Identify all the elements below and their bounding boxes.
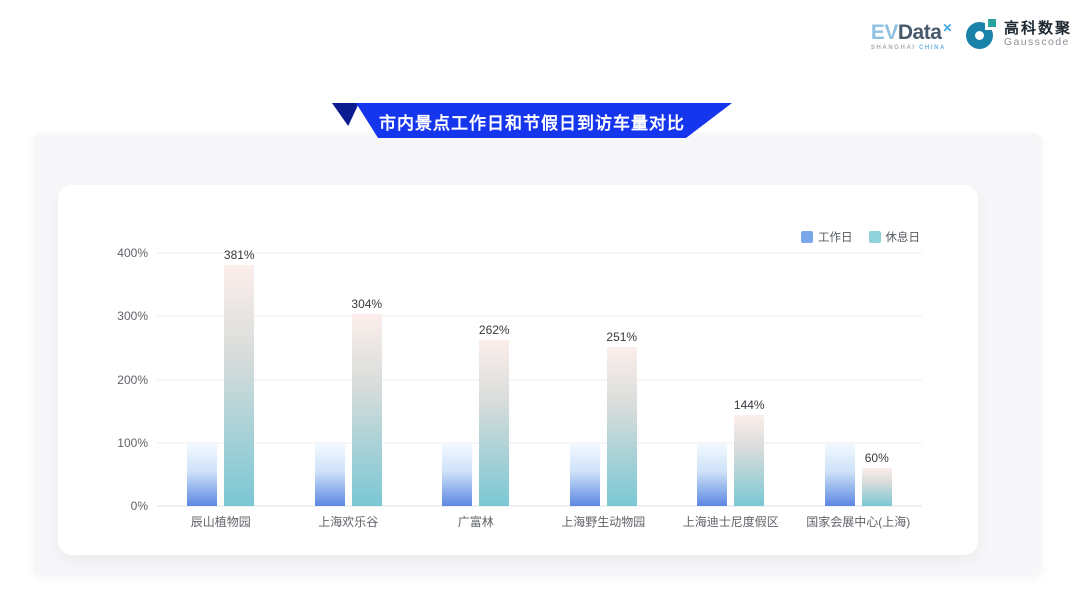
value-label: 381%: [224, 248, 255, 262]
category-label: 上海欢乐谷: [318, 513, 378, 530]
bar-wrap: [825, 253, 855, 506]
bar-workday: [570, 443, 600, 506]
legend-swatch-workday: [801, 231, 813, 243]
y-tick-label: 400%: [117, 246, 148, 260]
bar-restday: [607, 347, 637, 506]
gausscode-text: 高科数聚 Gausscode: [1004, 20, 1072, 49]
bar-wrap: [697, 253, 727, 506]
bar-workday: [187, 443, 217, 506]
evdata-subtitle: SHANGHAI CHINA: [871, 45, 952, 51]
value-label: 60%: [865, 451, 889, 465]
category-group: 262%广富林: [412, 253, 540, 506]
bar-workday: [315, 443, 345, 506]
y-tick-label: 300%: [117, 309, 148, 323]
category-group: 60%国家会展中心(上海): [795, 253, 923, 506]
category-label: 辰山植物园: [191, 513, 251, 530]
bar-wrap: 251%: [607, 253, 637, 506]
bar-wrap: [570, 253, 600, 506]
legend-label-restday: 休息日: [886, 229, 921, 245]
bar-wrap: 60%: [862, 253, 892, 506]
legend-label-workday: 工作日: [818, 229, 853, 245]
bar-wrap: [187, 253, 217, 506]
chart-panel: 工作日 休息日 0%100%200%300%400%381%辰山植物园304%上…: [33, 133, 1042, 577]
legend-item-workday[interactable]: 工作日: [801, 229, 853, 245]
page-title: 市内景点工作日和节假日到访车量对比: [332, 103, 732, 138]
bar-restday: [352, 314, 382, 506]
bar-workday: [697, 443, 727, 506]
evdata-data-text: Data: [898, 21, 942, 44]
bar-wrap: [442, 253, 472, 506]
evdata-subtitle-left: SHANGHAI: [871, 45, 916, 51]
bar-restday: [734, 415, 764, 506]
category-group: 251%上海野生动物园: [540, 253, 668, 506]
bar-wrap: 381%: [224, 253, 254, 506]
category-group: 144%上海迪士尼度假区: [667, 253, 795, 506]
gausscode-g-icon: [966, 18, 998, 50]
evdata-wordmark: EVData✕: [871, 22, 952, 43]
bar-workday: [442, 443, 472, 506]
bar-restday: [862, 468, 892, 506]
category-group: 381%辰山植物园: [157, 253, 285, 506]
category-group: 304%上海欢乐谷: [285, 253, 413, 506]
value-label: 304%: [351, 297, 382, 311]
bar-wrap: 144%: [734, 253, 764, 506]
category-label: 上海迪士尼度假区: [683, 513, 779, 530]
legend-item-restday[interactable]: 休息日: [869, 229, 921, 245]
gausscode-cn-name: 高科数聚: [1004, 20, 1072, 37]
plot-area: 0%100%200%300%400%381%辰山植物园304%上海欢乐谷262%…: [157, 253, 922, 506]
bar-workday: [825, 443, 855, 506]
gausscode-en-name: Gausscode: [1004, 37, 1072, 49]
chart-title-banner: 市内景点工作日和节假日到访车量对比: [332, 103, 732, 138]
bar-wrap: 262%: [479, 253, 509, 506]
legend-swatch-restday: [869, 231, 881, 243]
bar-wrap: [315, 253, 345, 506]
gausscode-logo: 高科数聚 Gausscode: [966, 18, 1072, 50]
y-tick-label: 200%: [117, 373, 148, 387]
evdata-x-icon: ✕: [942, 21, 952, 35]
evdata-logo: EVData✕ SHANGHAI CHINA: [871, 18, 952, 51]
value-label: 251%: [606, 330, 637, 344]
evdata-ev-text: EV: [871, 21, 898, 44]
bar-restday: [224, 265, 254, 506]
y-tick-label: 100%: [117, 436, 148, 450]
bar-restday: [479, 340, 509, 506]
category-label: 上海野生动物园: [561, 513, 645, 530]
category-label: 广富林: [458, 513, 494, 530]
value-label: 262%: [479, 323, 510, 337]
category-label: 国家会展中心(上海): [806, 513, 910, 530]
chart-card: 工作日 休息日 0%100%200%300%400%381%辰山植物园304%上…: [58, 185, 978, 555]
y-tick-label: 0%: [131, 499, 148, 513]
page: EVData✕ SHANGHAI CHINA 高科数聚 Gausscode 市内…: [0, 0, 1080, 608]
value-label: 144%: [734, 398, 765, 412]
brand-logos: EVData✕ SHANGHAI CHINA 高科数聚 Gausscode: [871, 18, 1072, 51]
bar-wrap: 304%: [352, 253, 382, 506]
legend: 工作日 休息日: [801, 229, 920, 245]
evdata-subtitle-right: CHINA: [919, 45, 946, 51]
bars-row: 381%辰山植物园304%上海欢乐谷262%广富林251%上海野生动物园144%…: [157, 253, 922, 506]
